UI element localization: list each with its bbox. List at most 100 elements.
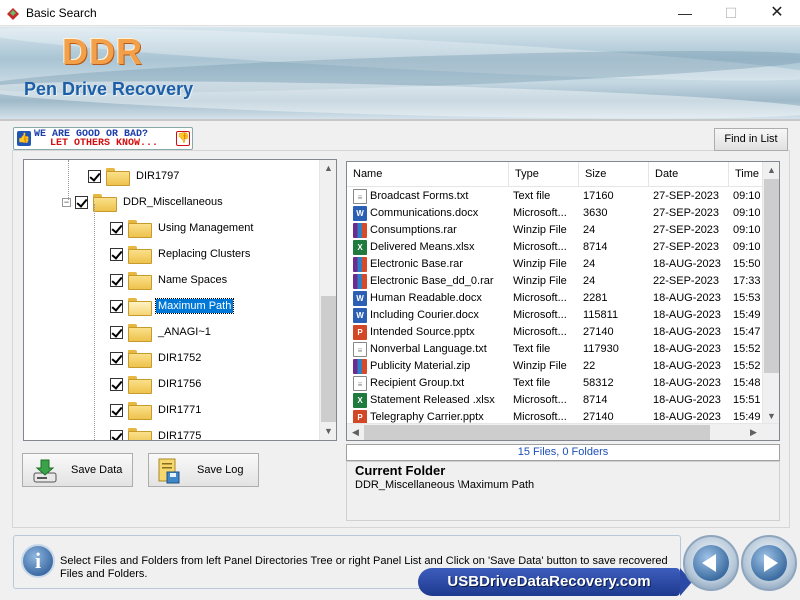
tree-item-checkbox[interactable] — [110, 247, 123, 261]
tree-item-checkbox[interactable] — [110, 429, 123, 440]
list-horizontal-scrollbar[interactable]: ◀ ▶ — [347, 423, 779, 440]
scroll-thumb[interactable] — [764, 179, 779, 373]
file-name: Nonverbal Language.txt — [370, 343, 487, 355]
product-name: Pen Drive Recovery — [24, 79, 194, 99]
file-date: 18-AUG-2023 — [653, 394, 721, 406]
table-row[interactable]: ≡ Recipient Group.txt Text file 58312 18-AUG… — [347, 375, 764, 392]
tree-item-checkbox[interactable] — [110, 325, 123, 339]
scroll-left-icon[interactable]: ◀ — [347, 424, 364, 440]
directory-tree[interactable]: DIR1797 − DDR_Miscellaneous Using Managemen… — [23, 159, 337, 441]
tree-item-checkbox[interactable] — [75, 195, 88, 209]
scroll-up-icon[interactable]: ▲ — [763, 162, 779, 179]
table-row[interactable]: X Delivered Means.xlsx Microsoft... 8714 27-… — [347, 239, 764, 256]
table-row[interactable]: W Including Courier.docx Microsoft... 11581… — [347, 307, 764, 324]
table-row[interactable]: X Statement Released .xlsx Microsoft... 871… — [347, 392, 764, 409]
file-list[interactable]: Name Type Size Date Time ≡ Broadcast Form… — [346, 161, 780, 441]
save-log-button[interactable]: Save Log — [148, 453, 259, 487]
tree-item-checkbox[interactable] — [88, 169, 101, 183]
folder-icon — [93, 194, 117, 212]
file-time: 09:10 — [733, 190, 761, 202]
file-time: 15:53 — [733, 292, 761, 304]
scroll-down-icon[interactable]: ▼ — [320, 423, 336, 440]
tree-item[interactable]: DIR1771 — [110, 398, 203, 422]
table-row[interactable]: W Human Readable.docx Microsoft... 2281 18-A… — [347, 290, 764, 307]
table-row[interactable]: Electronic Base.rar Winzip File 24 18-AUG-2… — [347, 256, 764, 273]
tree-item[interactable]: _ANAGI~1 — [110, 320, 213, 344]
tree-item-checkbox[interactable] — [110, 299, 123, 313]
scroll-right-icon[interactable]: ▶ — [745, 424, 762, 440]
table-row[interactable]: ≡ Broadcast Forms.txt Text file 17160 27-SEP… — [347, 188, 764, 205]
feedback-banner-button[interactable]: 👍 WE ARE GOOD OR BAD? LET OTHERS KNOW...… — [13, 127, 193, 150]
file-time: 15:51 — [733, 394, 761, 406]
file-size: 2281 — [583, 292, 608, 304]
file-time: 09:10 — [733, 241, 761, 253]
tree-item[interactable]: DIR1797 — [88, 164, 181, 188]
table-row[interactable]: W Communications.docx Microsoft... 3630 27-S… — [347, 205, 764, 222]
title-bar: Basic Search — ☐ ✕ — [0, 0, 800, 26]
scroll-thumb[interactable] — [321, 296, 336, 422]
thumbs-down-icon: 👎 — [176, 131, 190, 146]
xlsx-file-icon: X — [353, 393, 367, 408]
file-size: 117930 — [583, 343, 619, 355]
tree-item[interactable]: Name Spaces — [110, 268, 229, 292]
file-time: 15:48 — [733, 377, 761, 389]
close-button[interactable]: ✕ — [754, 0, 800, 26]
table-row[interactable]: Publicity Material.zip Winzip File 22 18-AU… — [347, 358, 764, 375]
table-row[interactable]: Electronic Base_dd_0.rar Winzip File 24 22-… — [347, 273, 764, 290]
tree-item[interactable]: DIR1775 — [110, 424, 203, 440]
file-size: 17160 — [583, 190, 614, 202]
collapse-icon[interactable]: − — [62, 197, 71, 207]
table-row[interactable]: ≡ Nonverbal Language.txt Text file 117930 18… — [347, 341, 764, 358]
window-title: Basic Search — [26, 6, 97, 20]
column-header-type[interactable]: Type — [509, 162, 579, 187]
tree-item-checkbox[interactable] — [110, 403, 123, 417]
info-icon: i — [21, 544, 55, 578]
file-type: Microsoft... — [513, 207, 567, 219]
arrow-left-icon — [702, 554, 716, 572]
tree-item[interactable]: Using Management — [110, 216, 255, 240]
table-row[interactable]: P Intended Source.pptx Microsoft... 27140 18… — [347, 324, 764, 341]
banner-divider — [0, 119, 800, 121]
rar-file-icon — [353, 274, 367, 289]
rar-file-icon — [353, 223, 367, 238]
column-header-date[interactable]: Date — [649, 162, 729, 187]
file-type: Winzip File — [513, 258, 567, 270]
file-date: 18-AUG-2023 — [653, 309, 721, 321]
file-name: Recipient Group.txt — [370, 377, 465, 389]
back-button[interactable] — [683, 535, 739, 591]
table-row[interactable]: Consumptions.rar Winzip File 24 27-SEP-2023… — [347, 222, 764, 239]
file-name: Broadcast Forms.txt — [370, 190, 469, 202]
website-banner[interactable]: USBDriveDataRecovery.com — [418, 568, 692, 596]
tree-item-checkbox[interactable] — [110, 221, 123, 235]
tree-item[interactable]: DIR1752 — [110, 346, 203, 370]
next-button[interactable] — [741, 535, 797, 591]
save-data-button[interactable]: Save Data — [22, 453, 133, 487]
tree-item[interactable]: − DDR_Miscellaneous — [62, 190, 225, 214]
rar-file-icon — [353, 359, 367, 374]
tree-vertical-scrollbar[interactable]: ▲ ▼ — [319, 160, 336, 440]
column-header-name[interactable]: Name — [347, 162, 509, 187]
open-folder-icon — [128, 298, 152, 316]
scroll-up-icon[interactable]: ▲ — [320, 160, 336, 177]
tree-item-checkbox[interactable] — [110, 351, 123, 365]
tree-item[interactable]: Maximum Path — [110, 294, 235, 318]
file-date: 27-SEP-2023 — [653, 190, 720, 202]
tree-item[interactable]: DIR1756 — [110, 372, 203, 396]
file-name: Delivered Means.xlsx — [370, 241, 475, 253]
find-in-list-button[interactable]: Find in List — [714, 128, 788, 151]
tree-item-checkbox[interactable] — [110, 273, 123, 287]
tree-item-checkbox[interactable] — [110, 377, 123, 391]
column-header-size[interactable]: Size — [579, 162, 649, 187]
brand-logo: DDR — [62, 31, 143, 72]
tree-item[interactable]: Replacing Clusters — [110, 242, 252, 266]
file-name: Statement Released .xlsx — [370, 394, 495, 406]
minimize-button[interactable]: — — [662, 0, 708, 26]
current-folder-path: DDR_Miscellaneous \Maximum Path — [355, 479, 535, 491]
maximize-button[interactable]: ☐ — [708, 0, 754, 26]
tree-item-label: Replacing Clusters — [158, 248, 251, 260]
tree-item-label: DIR1771 — [158, 404, 202, 416]
list-vertical-scrollbar[interactable]: ▲ ▼ — [762, 162, 779, 425]
scroll-thumb[interactable] — [364, 425, 710, 440]
save-log-label: Save Log — [197, 464, 244, 476]
file-size: 8714 — [583, 241, 608, 253]
